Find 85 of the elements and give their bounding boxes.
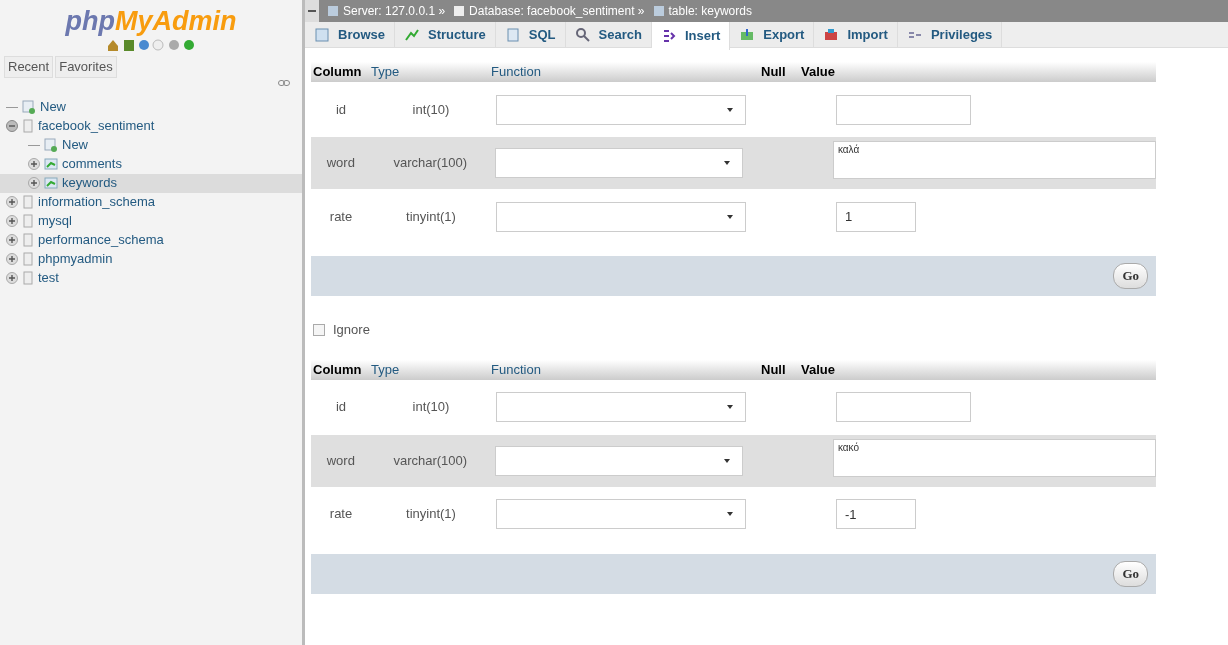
tree-item[interactable]: comments xyxy=(0,154,302,174)
column-header: Null xyxy=(761,63,787,82)
dropdown-icon xyxy=(727,107,733,112)
database-icon xyxy=(22,233,34,247)
value-field[interactable]: -1 xyxy=(836,499,916,529)
import-icon xyxy=(823,26,840,43)
table-cell-text: word xyxy=(325,451,356,470)
expand-icon[interactable] xyxy=(28,177,40,189)
database-icon xyxy=(22,271,34,285)
table-cell-text: tinyint(1) xyxy=(405,207,457,226)
value-field[interactable] xyxy=(836,392,971,422)
tree-item[interactable]: keywords xyxy=(0,173,302,193)
dropdown-icon xyxy=(724,161,731,165)
tree-item[interactable]: facebook_sentiment xyxy=(0,116,302,136)
tree-item[interactable]: phpmyadmin xyxy=(0,249,302,269)
column-header: Null xyxy=(761,360,787,379)
minus-icon xyxy=(308,10,316,12)
tree-item[interactable]: performance_schema xyxy=(0,230,302,250)
breadcrumb-link[interactable]: Database: facebook_sentiment » xyxy=(469,2,645,20)
column-header: Function xyxy=(491,360,542,379)
column-header: Function xyxy=(491,63,542,82)
expand-icon[interactable] xyxy=(6,215,18,227)
expand-icon[interactable] xyxy=(6,234,18,246)
database-icon xyxy=(453,5,466,17)
tree-item[interactable]: test xyxy=(0,268,302,288)
collapse-icon[interactable] xyxy=(6,120,18,132)
new-icon xyxy=(44,138,58,152)
tree-item[interactable]: New xyxy=(0,97,302,117)
breadcrumb-link[interactable]: Server: 127.0.0.1 » xyxy=(343,2,446,20)
logo: phpMyAdmin xyxy=(64,6,238,36)
table-cell-text: int(10) xyxy=(411,398,451,417)
expand-icon[interactable] xyxy=(6,253,18,265)
value-field[interactable]: καλά xyxy=(832,141,1156,179)
tree-item[interactable]: mysql xyxy=(0,211,302,231)
table-icon xyxy=(44,157,58,171)
tab[interactable]: Insert xyxy=(651,22,731,50)
search-icon xyxy=(574,26,591,43)
database-icon xyxy=(22,214,34,228)
new-icon xyxy=(22,100,36,114)
table-cell-text: varchar(100) xyxy=(392,154,469,173)
dropdown-icon xyxy=(727,405,733,409)
database-icon xyxy=(22,195,34,209)
ignore-checkbox[interactable] xyxy=(313,323,325,336)
expand-icon[interactable] xyxy=(6,196,18,208)
sidebar-tab[interactable]: Recent xyxy=(4,56,54,78)
value-field[interactable]: κακό xyxy=(832,438,1156,477)
value-field[interactable]: 1 xyxy=(836,201,916,232)
browse-icon xyxy=(314,26,330,43)
expand-icon[interactable] xyxy=(6,272,18,284)
export-icon xyxy=(739,26,756,43)
go-button[interactable]: Go xyxy=(1113,263,1148,289)
table-icon xyxy=(44,176,58,190)
toolbar-icons-drawing[interactable] xyxy=(106,38,196,52)
sidebar-tab[interactable]: Favorites xyxy=(55,56,117,78)
table-cell-text: varchar(100) xyxy=(392,451,469,470)
go-button[interactable]: Go xyxy=(1113,560,1148,587)
dropdown-icon xyxy=(724,458,731,463)
column-header: Type xyxy=(371,63,401,82)
sql-icon xyxy=(504,26,521,43)
breadcrumb-link[interactable]: table: keywords xyxy=(668,2,752,20)
expand-icon[interactable] xyxy=(28,158,40,170)
table-cell-text: rate xyxy=(328,505,354,524)
table-cell-text: int(10) xyxy=(411,100,451,119)
dropdown-icon xyxy=(727,214,733,219)
table-icon xyxy=(652,5,665,17)
table-cell-text: tinyint(1) xyxy=(405,505,457,524)
database-icon xyxy=(22,119,34,133)
table-cell-text: id xyxy=(334,398,348,417)
dropdown-icon xyxy=(727,512,733,516)
database-icon xyxy=(22,252,34,266)
ignore-label: Ignore xyxy=(333,321,370,339)
table-cell-text: rate xyxy=(328,207,354,226)
table-cell-text: word xyxy=(325,154,356,173)
server-icon xyxy=(327,5,339,17)
column-header: Column xyxy=(312,63,363,82)
value-field[interactable] xyxy=(836,94,971,125)
column-header: Type xyxy=(371,360,401,379)
tree-item[interactable]: New xyxy=(0,135,302,155)
column-header: Value xyxy=(801,360,835,379)
tree-item[interactable]: information_schema xyxy=(0,192,302,212)
column-header: Value xyxy=(801,63,835,82)
table-cell-text: id xyxy=(334,100,348,119)
collapse-button[interactable] xyxy=(305,0,319,22)
column-header: Column xyxy=(312,360,363,379)
link-icon[interactable] xyxy=(278,79,290,86)
